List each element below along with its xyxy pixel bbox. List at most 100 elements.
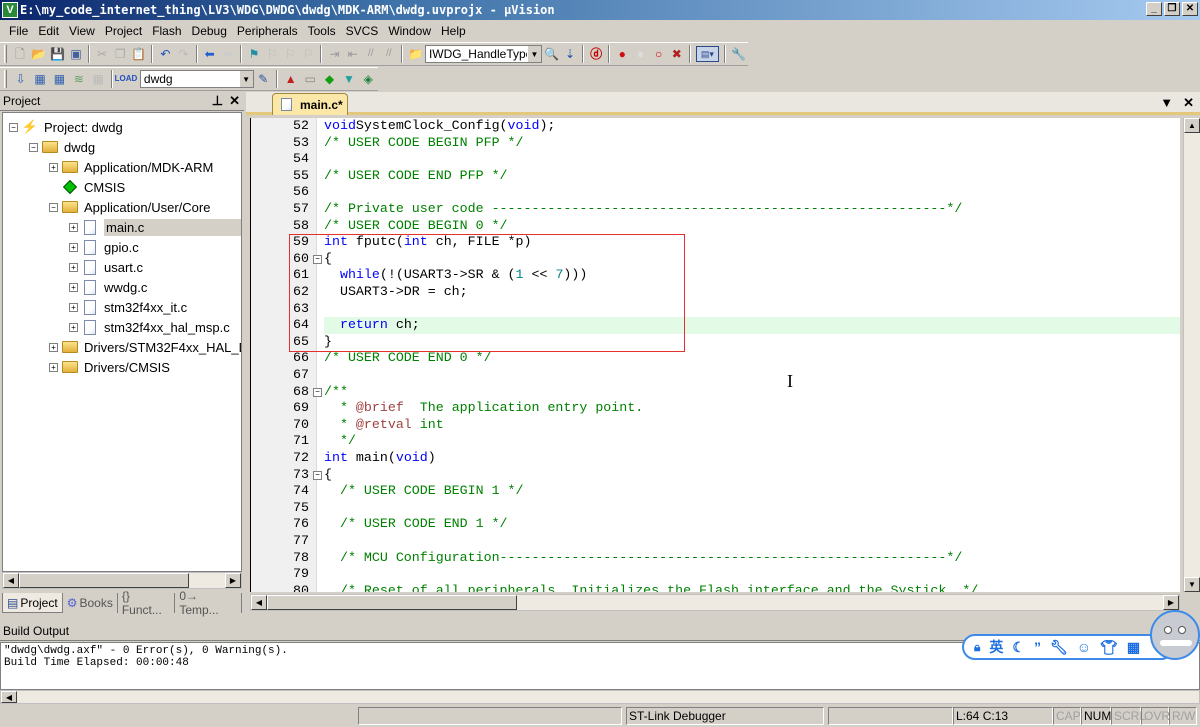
code-line[interactable]: 65} — [251, 334, 1180, 351]
code-line[interactable]: 66 /* USER CODE END 0 */ — [251, 350, 1180, 367]
unindent-icon[interactable]: ⇤ — [346, 46, 360, 62]
manage-components-icon[interactable]: ▲ — [283, 71, 298, 87]
menu-debug[interactable]: Debug — [187, 24, 232, 38]
tree-item[interactable]: + stm32f4xx_hal_msp.c — [69, 317, 230, 337]
toolbar-grip[interactable] — [4, 70, 7, 88]
close-button[interactable]: ✕ — [1182, 2, 1198, 16]
code-line[interactable]: 64 return ch; — [251, 317, 1180, 334]
target-options-icon[interactable]: ✎ — [256, 71, 271, 87]
cut-icon[interactable]: ✂ — [95, 46, 109, 62]
tree-item[interactable]: + Drivers/STM32F4xx_HAL_Dri — [49, 337, 241, 357]
bookmark-icon[interactable]: ⚑ — [247, 46, 261, 62]
project-hscrollbar[interactable]: ◀ ▶ — [2, 572, 242, 589]
code-line[interactable]: 70 * @retval int — [251, 417, 1180, 434]
menu-file[interactable]: File — [4, 24, 33, 38]
menu-edit[interactable]: Edit — [33, 24, 64, 38]
window-layout-icon[interactable]: ▤▾ — [695, 46, 720, 62]
code-line[interactable]: 72 int main(void) — [251, 450, 1180, 467]
scroll-thumb[interactable] — [19, 573, 189, 588]
menu-tools[interactable]: Tools — [303, 24, 341, 38]
download-icon[interactable]: LOAD — [115, 71, 138, 87]
select-packs-icon[interactable]: ▭ — [302, 71, 317, 87]
tab-main-c[interactable]: main.c* — [272, 93, 348, 115]
target-combo[interactable]: dwdg ▼ — [139, 70, 254, 88]
code-line[interactable]: 62 USART3->DR = ch; — [251, 284, 1180, 301]
uncomment-icon[interactable]: // — [382, 46, 396, 62]
code-line[interactable]: 63 — [251, 301, 1180, 318]
close-panel-icon[interactable]: ✕ — [229, 93, 240, 109]
software-packs-icon[interactable]: ◈ — [361, 71, 376, 87]
code-line[interactable]: 60−{ — [251, 251, 1180, 268]
nav-forward-icon[interactable]: ➡ — [221, 46, 235, 62]
translate-icon[interactable]: ⇩ — [13, 71, 28, 87]
scroll-up-button[interactable]: ▲ — [1184, 118, 1200, 133]
code-line[interactable]: 78 /* MCU Configuration-----------------… — [251, 550, 1180, 567]
collapse-icon[interactable]: − — [9, 122, 18, 132]
clear-bookmarks-icon[interactable]: ⚐ — [301, 46, 315, 62]
close-tab-icon[interactable]: ✕ — [1183, 95, 1194, 111]
expand-icon[interactable]: + — [49, 362, 58, 372]
open-icon[interactable]: 📂 — [31, 46, 46, 62]
pin-icon[interactable]: ⊥ — [212, 93, 223, 109]
pack-installer-icon[interactable]: ◆ — [322, 71, 337, 87]
tree-item[interactable]: − Application/User/Core — [49, 197, 210, 217]
tree-item[interactable]: − ⚡ Project: dwdg — [9, 117, 123, 137]
code-line[interactable]: 77 — [251, 533, 1180, 550]
moon-icon[interactable]: ☾ — [1012, 639, 1025, 656]
tree-item[interactable]: + stm32f4xx_it.c — [69, 297, 187, 317]
tab-books[interactable]: ⚙ Books — [63, 593, 118, 613]
paste-icon[interactable]: 📋 — [131, 46, 146, 62]
expand-icon[interactable]: + — [69, 242, 78, 252]
tree-item[interactable]: + usart.c — [69, 257, 143, 277]
comment-icon[interactable]: // — [364, 46, 378, 62]
chevron-down-icon[interactable]: ▼ — [238, 71, 253, 87]
expand-icon[interactable]: + — [49, 162, 58, 172]
nav-back-icon[interactable]: ⬅ — [203, 46, 217, 62]
code-line[interactable]: 54 — [251, 151, 1180, 168]
fold-toggle-icon[interactable]: − — [313, 254, 322, 264]
code-line[interactable]: 68−/** — [251, 384, 1180, 401]
skin-icon[interactable]: 👕︎ — [1100, 639, 1118, 656]
expand-icon[interactable]: + — [69, 302, 78, 312]
configure-icon[interactable]: 🔧 — [731, 46, 746, 62]
tree-item[interactable]: − dwdg — [29, 137, 95, 157]
editor-hscrollbar[interactable]: ◀ ▶ — [250, 594, 1180, 611]
expand-icon[interactable]: + — [69, 282, 78, 292]
collapse-icon[interactable]: − — [29, 142, 38, 152]
tree-item[interactable]: + Drivers/CMSIS — [49, 357, 170, 377]
editor-vscrollbar[interactable]: ▲ ▼ — [1183, 118, 1200, 592]
scroll-right-button[interactable]: ▶ — [225, 573, 241, 588]
indent-icon[interactable]: ⇥ — [327, 46, 341, 62]
copy-icon[interactable]: ❐ — [113, 46, 127, 62]
menu-peripherals[interactable]: Peripherals — [232, 24, 303, 38]
find-combo[interactable]: IWDG_HandleTypeD ▼ — [424, 45, 542, 63]
redo-icon[interactable]: ↷ — [176, 46, 190, 62]
code-line[interactable]: 75 — [251, 500, 1180, 517]
tab-functions[interactable]: {} Funct... — [118, 589, 176, 617]
tree-item[interactable]: + Application/MDK-ARM — [49, 157, 213, 177]
incremental-find-icon[interactable]: ⇣ — [563, 46, 577, 62]
menu-view[interactable]: View — [64, 24, 100, 38]
run-time-env-icon[interactable]: ▼ — [341, 71, 356, 87]
find-icon[interactable]: 🔍 — [544, 46, 559, 62]
code-line[interactable]: 58 /* USER CODE BEGIN 0 */ — [251, 218, 1180, 235]
code-line[interactable]: 61 while(!(USART3->SR & (1 << 7))) — [251, 267, 1180, 284]
fold-toggle-icon[interactable]: − — [313, 470, 322, 480]
code-line[interactable]: 57 /* Private user code -----------------… — [251, 201, 1180, 218]
kill-all-breakpoints-icon[interactable]: ✖ — [670, 46, 684, 62]
code-line[interactable]: 67 — [251, 367, 1180, 384]
minimize-button[interactable]: _ — [1146, 2, 1162, 16]
breakpoint-icon[interactable]: ● — [615, 46, 629, 62]
expand-icon[interactable]: + — [69, 222, 78, 232]
expand-icon[interactable]: + — [69, 262, 78, 272]
debug-session-icon[interactable]: ⓓ — [589, 46, 603, 62]
tree-item[interactable]: + main.c — [69, 217, 241, 237]
menu-svcs[interactable]: SVCS — [341, 24, 384, 38]
ime-avatar[interactable] — [1150, 610, 1200, 660]
code-line[interactable]: 74 /* USER CODE BEGIN 1 */ — [251, 483, 1180, 500]
undo-icon[interactable]: ↶ — [158, 46, 172, 62]
expand-icon[interactable]: + — [49, 342, 58, 352]
scroll-left-button[interactable]: ◀ — [251, 595, 267, 610]
fold-toggle-icon[interactable]: − — [313, 387, 322, 397]
code-line[interactable]: 55 /* USER CODE END PFP */ — [251, 168, 1180, 185]
